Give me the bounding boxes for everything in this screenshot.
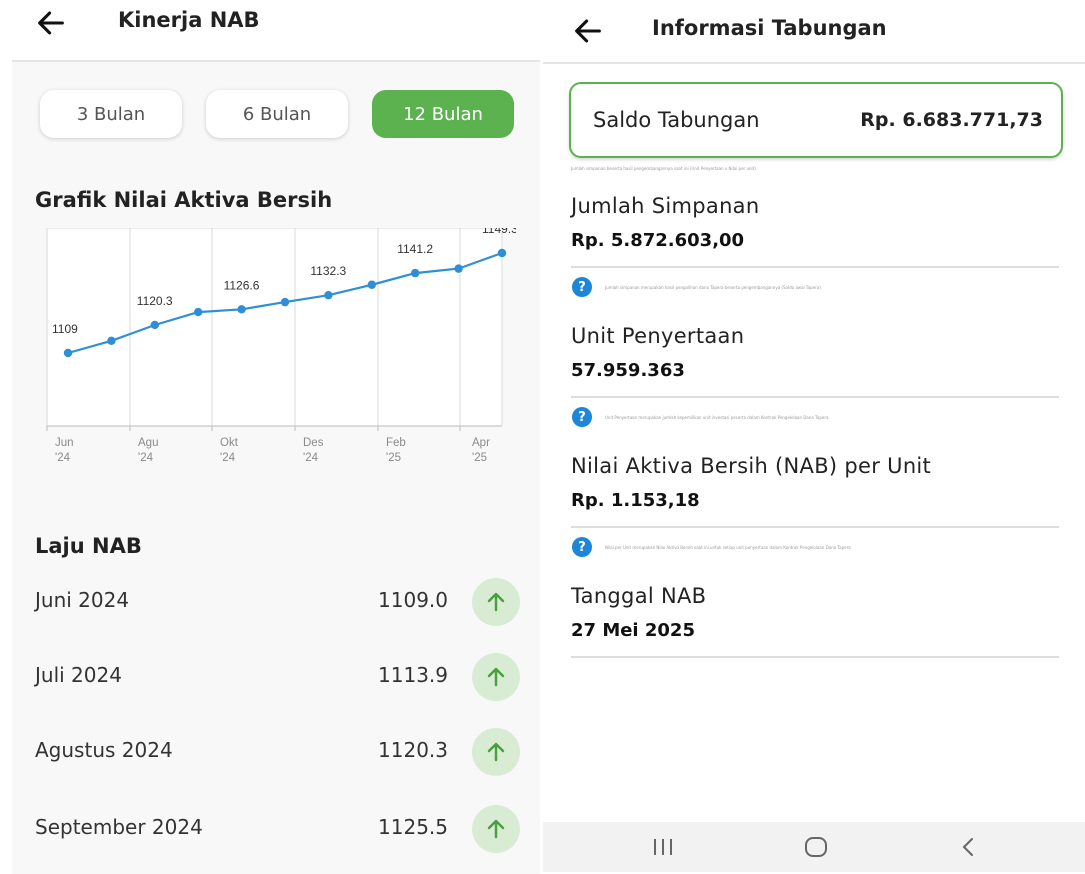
chart-tick-label: Apr [472,437,490,449]
kinerja-content: 3 Bulan 6 Bulan 12 Bulan Grafik Nilai Ak… [12,60,540,874]
info-label: Unit Penyertaan [571,324,745,348]
chart-data-point [497,248,507,258]
chart-data-point [237,305,246,314]
laju-value: 1113.9 [378,663,448,687]
saldo-note: Jumlah simpanan beserta hasil pengembang… [571,166,756,171]
info-value: Rp. 1.153,18 [571,490,700,511]
laju-nab-heading: Laju NAB [35,534,142,558]
period-12-bulan-button[interactable]: 12 Bulan [372,90,514,138]
chart-data-label: 1126.6 [224,278,260,292]
saldo-label: Saldo Tabungan [593,108,760,132]
laju-month: Juni 2024 [35,588,130,612]
laju-value: 1120.3 [378,738,448,762]
laju-row: Juni 2024 1109.0 [12,574,540,634]
page-title: Informasi Tabungan [652,16,887,40]
chart-data-label: 1120.3 [137,294,173,308]
informasi-tabungan-screen: Informasi Tabungan Saldo Tabungan Rp. 6.… [543,0,1085,872]
chart-heading: Grafik Nilai Aktiva Bersih [35,188,333,212]
divider [571,656,1059,658]
chart-data-point [150,320,159,330]
laju-month: September 2024 [35,815,203,839]
info-note: Nilai per Unit merupakan Nilai Aktiva Be… [605,545,851,550]
page-title: Kinerja NAB [118,8,260,32]
system-nav-bar [543,822,1085,872]
chart-data-point [367,280,376,289]
help-icon[interactable]: ? [572,407,592,427]
up-arrow-icon [472,728,520,776]
chart-data-label: 1141.2 [397,242,433,256]
laju-row: Agustus 2024 1120.3 [12,724,540,784]
info-note: Jumlah simpanan merupakan hasil pengalih… [605,285,821,290]
info-label: Nilai Aktiva Bersih (NAB) per Unit [571,454,932,478]
back-arrow-icon[interactable] [34,6,68,40]
divider [571,266,1059,268]
chart-data-point [324,290,333,300]
home-icon[interactable] [796,832,836,862]
chart-tick-label: Des [303,437,324,449]
chart-data-label: 1149.3 [482,228,516,236]
chart-tick-label: Feb [386,437,406,449]
chart-plot-area [47,228,503,426]
period-6-bulan-button[interactable]: 6 Bulan [206,90,348,138]
help-icon[interactable]: ? [572,537,592,557]
back-nav-icon[interactable] [948,832,988,862]
saldo-card: Saldo Tabungan Rp. 6.683.771,73 [569,82,1063,158]
chart-tick-label: Okt [220,437,239,449]
chart-data-point [411,268,420,278]
laju-value: 1109.0 [378,588,448,612]
divider [571,526,1059,528]
info-label: Tanggal NAB [571,584,707,608]
kinerja-nab-screen: Kinerja NAB 3 Bulan 6 Bulan 12 Bulan Gra… [0,0,540,874]
info-label: Jumlah Simpanan [571,194,760,218]
divider [571,396,1059,398]
up-arrow-icon [472,653,520,701]
chart-data-point [194,307,203,317]
laju-month: Juli 2024 [35,663,122,687]
up-arrow-icon [472,578,520,626]
chart-tick-label: '24 [220,452,236,464]
chart-data-point [63,348,73,358]
chart-tick-label: '25 [472,452,487,464]
chart-tick-label: '25 [386,452,401,464]
help-icon[interactable]: ? [572,277,592,297]
up-arrow-icon [472,805,520,853]
back-arrow-icon[interactable] [571,14,605,48]
nab-line-chart: 1109 1120.3 1126.6 1132.3 1141.2 1149.3 Jun '24… [46,228,516,464]
tabungan-content: Saldo Tabungan Rp. 6.683.771,73 Jumlah s… [543,62,1085,824]
chart-data-label: 1132.3 [310,264,346,278]
chart-tick-label: '24 [303,452,319,464]
period-3-bulan-button[interactable]: 3 Bulan [40,90,182,138]
laju-month: Agustus 2024 [35,738,173,762]
info-value: Rp. 5.872.603,00 [571,230,745,251]
app-bar: Informasi Tabungan [543,0,1085,60]
info-value: 27 Mei 2025 [571,620,695,641]
recent-apps-icon[interactable] [643,832,683,862]
chart-data-point [454,264,463,273]
info-value: 57.959.363 [571,360,685,381]
app-bar: Kinerja NAB [0,0,540,60]
saldo-value: Rp. 6.683.771,73 [860,109,1043,131]
laju-row: September 2024 1125.5 [12,801,540,861]
chart-data-point [280,297,290,307]
chart-data-point [107,336,116,346]
laju-value: 1125.5 [378,815,448,839]
laju-row: Juli 2024 1113.9 [12,649,540,709]
chart-tick-label: '24 [55,452,71,464]
info-note: Unit Penyertaan merupakan jumlah kepemil… [605,415,829,420]
chart-tick-label: '24 [138,452,154,464]
chart-tick-label: Agu [138,437,158,449]
chart-tick-label: Jun [55,437,74,449]
chart-data-label: 1109 [52,322,78,336]
